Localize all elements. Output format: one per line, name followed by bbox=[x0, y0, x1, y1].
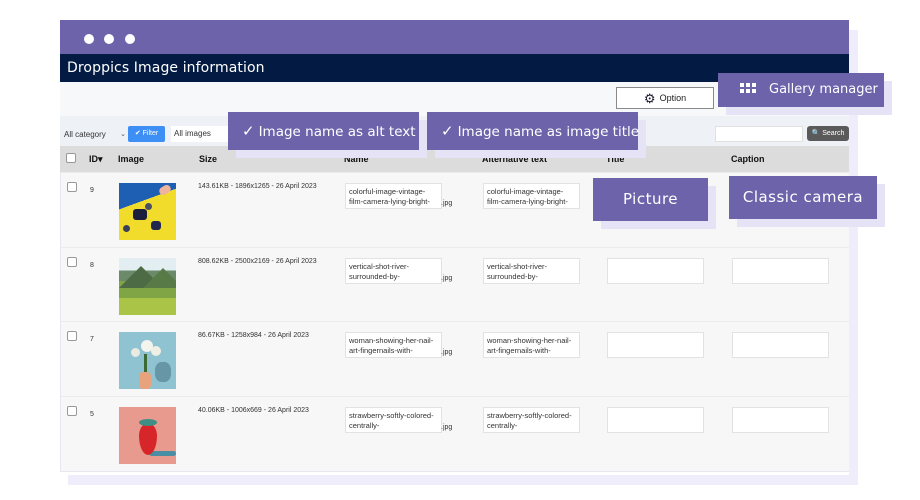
filter-button[interactable]: ✔ Filter bbox=[128, 126, 165, 142]
image-thumbnail-flowers[interactable] bbox=[119, 332, 176, 389]
search-button[interactable]: 🔍 Search bbox=[807, 126, 849, 141]
grid-icon bbox=[740, 82, 756, 94]
row-id: 5 bbox=[90, 411, 94, 418]
chevron-down-icon: ⌄ bbox=[120, 131, 126, 138]
alt-text-input[interactable]: vertical-shot-river-surrounded-by- bbox=[483, 258, 580, 284]
row-checkbox[interactable] bbox=[67, 331, 77, 341]
image-title-callout-label: Image name as image title bbox=[457, 124, 640, 140]
row-checkbox[interactable] bbox=[67, 182, 77, 192]
column-header-size: Size bbox=[199, 154, 218, 164]
alt-text-input[interactable]: colorful-image-vintage-film-camera-lying… bbox=[483, 183, 580, 209]
select-all-checkbox[interactable] bbox=[66, 153, 76, 163]
row-checkbox[interactable] bbox=[67, 257, 77, 267]
image-thumbnail-strawberry[interactable] bbox=[119, 407, 176, 464]
window-dot-icon[interactable] bbox=[84, 34, 94, 44]
image-size: 143.61KB - 1896x1265 - 26 April 2023 bbox=[198, 183, 317, 190]
category-select-value: All category bbox=[64, 130, 106, 139]
alt-text-input[interactable]: strawberry-softly-colored-centrally- bbox=[483, 407, 580, 433]
name-input[interactable]: woman-showing-her-nail-art-fingernails-w… bbox=[345, 332, 442, 358]
checkmark-icon: ✓ bbox=[242, 122, 255, 140]
file-extension: .jpg bbox=[441, 200, 453, 207]
column-header-id[interactable]: ID▾ bbox=[89, 146, 103, 172]
title-input[interactable] bbox=[607, 258, 704, 284]
checkmark-icon: ✓ bbox=[441, 122, 454, 140]
gallery-manager-callout[interactable]: Gallery manager bbox=[718, 73, 884, 107]
table-row: 7 86.67KB - 1258x984 - 26 April 2023 wom… bbox=[61, 321, 849, 395]
alt-text-callout-label: Image name as alt text bbox=[258, 124, 416, 140]
row-checkbox[interactable] bbox=[67, 406, 77, 416]
row-id: 8 bbox=[90, 262, 94, 269]
option-button[interactable]: ⚙ Option bbox=[616, 87, 714, 109]
image-size: 86.67KB - 1258x984 - 26 April 2023 bbox=[198, 332, 309, 339]
title-input[interactable] bbox=[607, 332, 704, 358]
image-title-callout: ✓ Image name as image title bbox=[427, 112, 640, 150]
title-input[interactable] bbox=[607, 407, 704, 433]
column-header-caption: Caption bbox=[731, 154, 765, 164]
title-bar bbox=[60, 20, 849, 54]
category-select[interactable]: All category ⌄ bbox=[62, 127, 128, 143]
classic-camera-caption-callout: Classic camera bbox=[729, 176, 877, 219]
column-header-image: Image bbox=[118, 154, 145, 164]
gear-icon: ⚙ bbox=[643, 90, 656, 106]
table-row: 5 40.06KB - 1006x669 - 26 April 2023 str… bbox=[61, 396, 849, 470]
image-size: 808.62KB - 2500x2169 - 26 April 2023 bbox=[198, 258, 317, 265]
option-label: Option bbox=[659, 93, 687, 103]
file-extension: .jpg bbox=[441, 275, 453, 282]
file-extension: .jpg bbox=[441, 349, 453, 356]
window-dot-icon[interactable] bbox=[125, 34, 135, 44]
window-dot-icon[interactable] bbox=[104, 34, 114, 44]
gallery-manager-label: Gallery manager bbox=[769, 82, 878, 97]
alt-text-callout: ✓ Image name as alt text bbox=[228, 112, 419, 150]
caption-input[interactable] bbox=[732, 258, 829, 284]
row-id: 7 bbox=[90, 336, 94, 343]
name-input[interactable]: strawberry-softly-colored-centrally- bbox=[345, 407, 442, 433]
image-thumbnail-camera[interactable] bbox=[119, 183, 176, 240]
name-input[interactable]: colorful-image-vintage-film-camera-lying… bbox=[345, 183, 442, 209]
alt-text-input[interactable]: woman-showing-her-nail-art-fingernails-w… bbox=[483, 332, 580, 358]
row-id: 9 bbox=[90, 187, 94, 194]
file-extension: .jpg bbox=[441, 424, 453, 431]
caption-input[interactable] bbox=[732, 407, 829, 433]
image-thumbnail-river[interactable] bbox=[119, 258, 176, 315]
picture-title-callout: Picture bbox=[593, 178, 708, 221]
table-row: 8 808.62KB - 2500x2169 - 26 April 2023 v… bbox=[61, 247, 849, 321]
caption-input[interactable] bbox=[732, 332, 829, 358]
image-size: 40.06KB - 1006x669 - 26 April 2023 bbox=[198, 407, 309, 414]
search-input[interactable] bbox=[715, 126, 803, 142]
name-input[interactable]: vertical-shot-river-surrounded-by- bbox=[345, 258, 442, 284]
